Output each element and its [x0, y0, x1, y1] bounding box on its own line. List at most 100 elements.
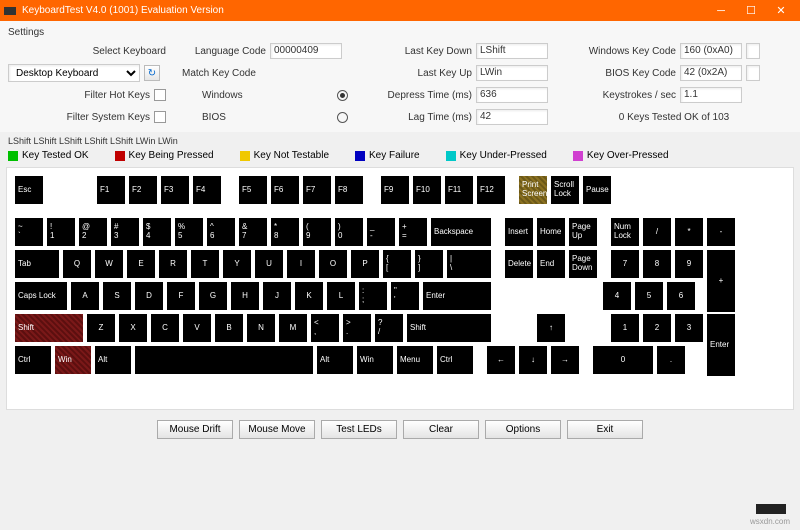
key-np2[interactable]: 2	[643, 314, 671, 342]
key-minus[interactable]: _-	[367, 218, 395, 246]
keyboard-select[interactable]: Desktop Keyboard	[8, 64, 140, 82]
key-right[interactable]: →	[551, 346, 579, 374]
key-np7[interactable]: 7	[611, 250, 639, 278]
key-f9[interactable]: F9	[381, 176, 409, 204]
minimize-button[interactable]: ─	[706, 0, 736, 21]
key-g[interactable]: G	[199, 282, 227, 310]
key-8[interactable]: *8	[271, 218, 299, 246]
key-up[interactable]: ↑	[537, 314, 565, 342]
key-o[interactable]: O	[319, 250, 347, 278]
key-period[interactable]: >.	[343, 314, 371, 342]
key-end[interactable]: End	[537, 250, 565, 278]
options-button[interactable]: Options	[485, 420, 561, 439]
mouse-move-button[interactable]: Mouse Move	[239, 420, 315, 439]
clear-button[interactable]: Clear	[403, 420, 479, 439]
key-f8[interactable]: F8	[335, 176, 363, 204]
refresh-button[interactable]: ↻	[144, 65, 160, 81]
key-print[interactable]: Print Screen	[519, 176, 547, 204]
key-comma[interactable]: <,	[311, 314, 339, 342]
key-a[interactable]: A	[71, 282, 99, 310]
key-np-div[interactable]: /	[643, 218, 671, 246]
key-space[interactable]	[135, 346, 313, 374]
key-f5[interactable]: F5	[239, 176, 267, 204]
key-0[interactable]: )0	[335, 218, 363, 246]
key-rctrl[interactable]: Ctrl	[437, 346, 473, 374]
key-ralt[interactable]: Alt	[317, 346, 353, 374]
key-u[interactable]: U	[255, 250, 283, 278]
key-i[interactable]: I	[287, 250, 315, 278]
filter-syskeys-checkbox[interactable]	[154, 111, 166, 123]
key-s[interactable]: S	[103, 282, 131, 310]
key-pgup[interactable]: Page Up	[569, 218, 597, 246]
key-np0[interactable]: 0	[593, 346, 653, 374]
key-tab[interactable]: Tab	[15, 250, 59, 278]
key-np-mul[interactable]: *	[675, 218, 703, 246]
key-t[interactable]: T	[191, 250, 219, 278]
key-b[interactable]: B	[215, 314, 243, 342]
key-delete[interactable]: Delete	[505, 250, 533, 278]
key-1[interactable]: !1	[47, 218, 75, 246]
key-backspace[interactable]: Backspace	[431, 218, 491, 246]
key-np8[interactable]: 8	[643, 250, 671, 278]
key-np-add[interactable]: +	[707, 250, 735, 312]
key-k[interactable]: K	[295, 282, 323, 310]
mouse-drift-button[interactable]: Mouse Drift	[157, 420, 233, 439]
key-slash[interactable]: ?/	[375, 314, 403, 342]
key-numlock[interactable]: Num Lock	[611, 218, 639, 246]
key-np-sub[interactable]: -	[707, 218, 735, 246]
key-f1[interactable]: F1	[97, 176, 125, 204]
key-lalt[interactable]: Alt	[95, 346, 131, 374]
key-capslock[interactable]: Caps Lock	[15, 282, 67, 310]
key-f10[interactable]: F10	[413, 176, 441, 204]
key-f7[interactable]: F7	[303, 176, 331, 204]
key-np5[interactable]: 5	[635, 282, 663, 310]
key-rbracket[interactable]: }]	[415, 250, 443, 278]
key-x[interactable]: X	[119, 314, 147, 342]
key-tilde[interactable]: ~`	[15, 218, 43, 246]
key-y[interactable]: Y	[223, 250, 251, 278]
key-n[interactable]: N	[247, 314, 275, 342]
key-r[interactable]: R	[159, 250, 187, 278]
key-np-dot[interactable]: .	[657, 346, 685, 374]
key-q[interactable]: Q	[63, 250, 91, 278]
key-rshift[interactable]: Shift	[407, 314, 491, 342]
maximize-button[interactable]: ☐	[736, 0, 766, 21]
key-f6[interactable]: F6	[271, 176, 299, 204]
key-f2[interactable]: F2	[129, 176, 157, 204]
key-h[interactable]: H	[231, 282, 259, 310]
key-2[interactable]: @2	[79, 218, 107, 246]
key-np-enter[interactable]: Enter	[707, 314, 735, 376]
key-down[interactable]: ↓	[519, 346, 547, 374]
key-f3[interactable]: F3	[161, 176, 189, 204]
filter-hotkeys-checkbox[interactable]	[154, 89, 166, 101]
key-np3[interactable]: 3	[675, 314, 703, 342]
key-w[interactable]: W	[95, 250, 123, 278]
key-insert[interactable]: Insert	[505, 218, 533, 246]
key-j[interactable]: J	[263, 282, 291, 310]
key-lbracket[interactable]: {[	[383, 250, 411, 278]
close-button[interactable]: ✕	[766, 0, 796, 21]
key-np6[interactable]: 6	[667, 282, 695, 310]
match-windows-radio[interactable]	[337, 90, 348, 101]
match-bios-radio[interactable]	[337, 112, 348, 123]
key-lwin[interactable]: Win	[55, 346, 91, 374]
key-6[interactable]: ^6	[207, 218, 235, 246]
key-7[interactable]: &7	[239, 218, 267, 246]
key-equals[interactable]: +=	[399, 218, 427, 246]
key-m[interactable]: M	[279, 314, 307, 342]
key-v[interactable]: V	[183, 314, 211, 342]
key-f12[interactable]: F12	[477, 176, 505, 204]
key-home[interactable]: Home	[537, 218, 565, 246]
key-esc[interactable]: Esc	[15, 176, 43, 204]
key-menu[interactable]: Menu	[397, 346, 433, 374]
key-backslash[interactable]: |\	[447, 250, 491, 278]
key-np1[interactable]: 1	[611, 314, 639, 342]
test-leds-button[interactable]: Test LEDs	[321, 420, 397, 439]
key-lctrl[interactable]: Ctrl	[15, 346, 51, 374]
key-l[interactable]: L	[327, 282, 355, 310]
key-f4[interactable]: F4	[193, 176, 221, 204]
key-pgdn[interactable]: Page Down	[569, 250, 597, 278]
key-3[interactable]: #3	[111, 218, 139, 246]
key-rwin[interactable]: Win	[357, 346, 393, 374]
key-p[interactable]: P	[351, 250, 379, 278]
